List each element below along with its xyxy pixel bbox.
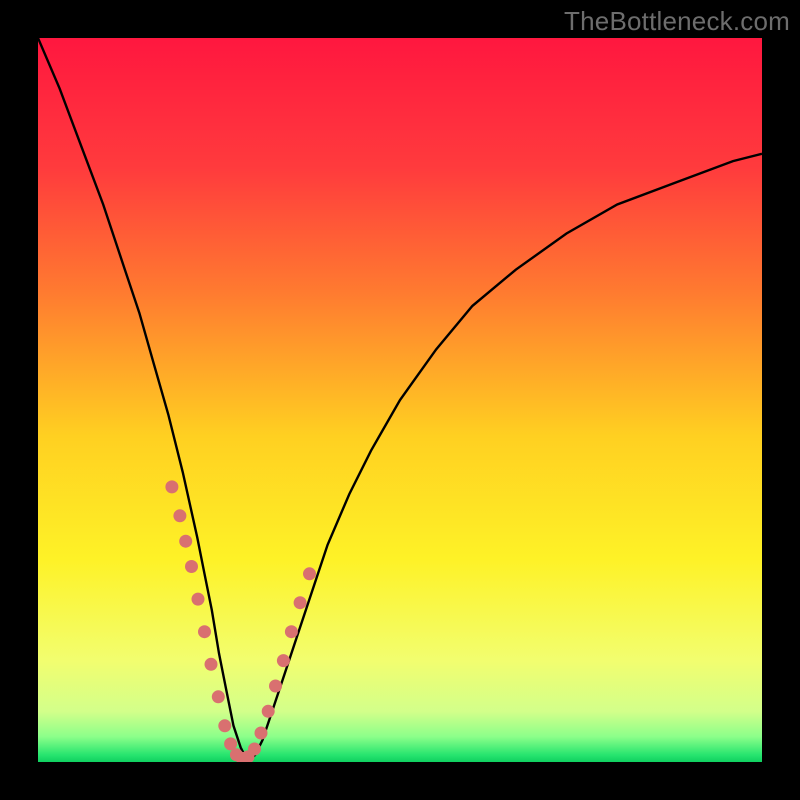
highlight-dot — [303, 567, 316, 580]
highlight-dot — [198, 625, 211, 638]
watermark-text: TheBottleneck.com — [564, 6, 790, 37]
chart-stage: TheBottleneck.com — [0, 0, 800, 800]
highlight-dot — [285, 625, 298, 638]
highlight-dot — [255, 727, 268, 740]
highlight-dot — [269, 680, 282, 693]
highlight-dot — [185, 560, 198, 573]
highlight-dot — [165, 480, 178, 493]
highlight-dot — [179, 535, 192, 548]
highlight-dot — [205, 658, 218, 671]
highlight-dot — [192, 593, 205, 606]
highlight-dot — [218, 719, 231, 732]
highlight-dot — [248, 743, 261, 756]
highlight-dot — [212, 690, 225, 703]
highlight-dot — [277, 654, 290, 667]
highlight-dot — [294, 596, 307, 609]
highlight-dot — [262, 705, 275, 718]
bottleneck-chart — [38, 38, 762, 762]
highlight-dot — [173, 509, 186, 522]
